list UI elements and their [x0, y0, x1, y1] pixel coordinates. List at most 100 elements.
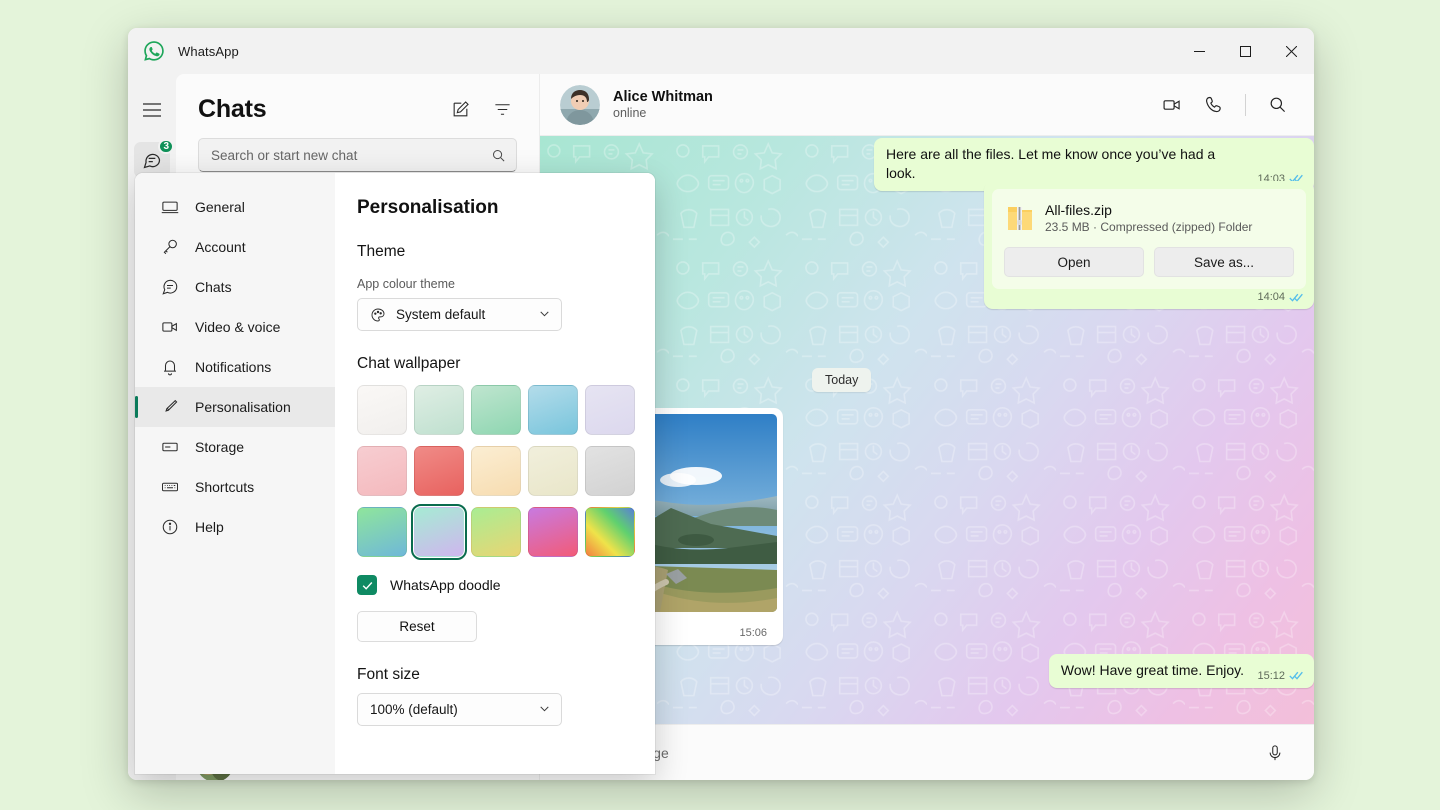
- wallpaper-heading: Chat wallpaper: [357, 355, 629, 373]
- settings-item-help[interactable]: Help: [135, 507, 335, 547]
- contact-avatar[interactable]: [560, 85, 600, 125]
- settings-item-label: Notifications: [195, 359, 271, 375]
- minimize-button[interactable]: [1176, 28, 1222, 74]
- wallpaper-swatch[interactable]: [528, 385, 578, 435]
- settings-item-label: Account: [195, 239, 246, 255]
- voice-call-button[interactable]: [1195, 86, 1233, 124]
- chat-search-wrapper: [176, 126, 539, 172]
- maximize-button[interactable]: [1222, 28, 1268, 74]
- settings-item-video-voice[interactable]: Video & voice: [135, 307, 335, 347]
- message-meta: 15:12: [1257, 670, 1304, 682]
- filter-chats-button[interactable]: [485, 92, 519, 126]
- font-size-heading: Font size: [357, 666, 629, 684]
- app-title: WhatsApp: [178, 44, 239, 59]
- conversation-panel: Alice Whitman online: [540, 74, 1314, 780]
- theme-value: System default: [396, 307, 485, 322]
- app-colour-theme-select[interactable]: System default: [357, 298, 562, 331]
- settings-item-label: General: [195, 199, 245, 215]
- title-bar: WhatsApp: [128, 28, 1314, 74]
- reset-wallpaper-button[interactable]: Reset: [357, 611, 477, 642]
- settings-item-personalisation[interactable]: Personalisation: [135, 387, 335, 427]
- settings-item-storage[interactable]: Storage: [135, 427, 335, 467]
- settings-dialog: General Account Chats Video & voice: [135, 173, 655, 774]
- wallpaper-swatch[interactable]: [585, 385, 635, 435]
- monitor-icon: [159, 198, 181, 216]
- microphone-icon: [1266, 744, 1284, 762]
- read-receipt-icon: [1289, 292, 1304, 303]
- wallpaper-swatch[interactable]: [528, 446, 578, 496]
- storage-icon: [159, 438, 181, 456]
- doodle-toggle-row[interactable]: WhatsApp doodle: [357, 575, 629, 595]
- read-receipt-icon: [1289, 670, 1304, 681]
- settings-item-general[interactable]: General: [135, 187, 335, 227]
- file-info: All-files.zip 23.5 MB · Compressed (zipp…: [992, 189, 1306, 247]
- compose-icon: [451, 100, 470, 119]
- chat-bubble-icon: [159, 278, 181, 296]
- contact-name: Alice Whitman: [613, 89, 713, 105]
- header-divider: [1245, 94, 1246, 116]
- contact-meta: Alice Whitman online: [613, 89, 713, 120]
- chat-search-box[interactable]: [198, 138, 517, 172]
- wallpaper-swatch[interactable]: [528, 507, 578, 557]
- whatsapp-logo-icon: [142, 39, 166, 63]
- settings-nav: General Account Chats Video & voice: [135, 173, 335, 774]
- chat-list-actions: [443, 92, 519, 126]
- wallpaper-swatch[interactable]: [357, 507, 407, 557]
- doodle-label: WhatsApp doodle: [390, 577, 501, 593]
- hamburger-menu-button[interactable]: [134, 92, 170, 128]
- search-input[interactable]: [211, 148, 491, 163]
- window-controls: [1176, 28, 1314, 74]
- settings-item-shortcuts[interactable]: Shortcuts: [135, 467, 335, 507]
- doodle-checkbox[interactable]: [357, 575, 377, 595]
- wallpaper-swatch[interactable]: [585, 507, 635, 557]
- chat-list-header: Chats: [176, 74, 539, 126]
- settings-item-account[interactable]: Account: [135, 227, 335, 267]
- message-time: 15:12: [1257, 670, 1285, 682]
- wallpaper-swatch[interactable]: [471, 446, 521, 496]
- message-bubble-file: All-files.zip 23.5 MB · Compressed (zipp…: [984, 181, 1314, 309]
- close-button[interactable]: [1268, 28, 1314, 74]
- keyboard-icon: [159, 478, 181, 496]
- contact-status: online: [613, 106, 713, 120]
- message-meta: 14:04: [1257, 291, 1304, 303]
- font-size-value: 100% (default): [370, 702, 458, 717]
- settings-item-label: Personalisation: [195, 399, 291, 415]
- voice-record-button[interactable]: [1258, 736, 1292, 770]
- wallpaper-swatch[interactable]: [471, 507, 521, 557]
- chats-unread-badge: 3: [158, 139, 174, 154]
- file-actions: Open Save as...: [992, 247, 1306, 289]
- wallpaper-swatch[interactable]: [357, 446, 407, 496]
- conversation-actions: [1153, 86, 1296, 124]
- settings-item-label: Video & voice: [195, 319, 280, 335]
- save-as-button[interactable]: Save as...: [1154, 247, 1294, 277]
- video-call-button[interactable]: [1153, 86, 1191, 124]
- search-chat-button[interactable]: [1258, 86, 1296, 124]
- settings-item-label: Chats: [195, 279, 232, 295]
- chat-wallpaper: Here are all the files. Let me know once…: [540, 136, 1314, 724]
- settings-item-label: Storage: [195, 439, 244, 455]
- whatsapp-window: WhatsApp 3: [128, 28, 1314, 780]
- open-file-button[interactable]: Open: [1004, 247, 1144, 277]
- settings-item-chats[interactable]: Chats: [135, 267, 335, 307]
- conversation-header: Alice Whitman online: [540, 74, 1314, 136]
- file-name: All-files.zip: [1045, 202, 1252, 218]
- chevron-down-icon: [538, 307, 551, 323]
- zip-folder-icon: [1007, 203, 1033, 233]
- settings-item-notifications[interactable]: Notifications: [135, 347, 335, 387]
- new-chat-button[interactable]: [443, 92, 477, 126]
- video-camera-icon: [159, 318, 181, 336]
- file-meta: 23.5 MB · Compressed (zipped) Folder: [1045, 220, 1252, 234]
- wallpaper-swatch[interactable]: [414, 385, 464, 435]
- wallpaper-swatch[interactable]: [471, 385, 521, 435]
- file-text: All-files.zip 23.5 MB · Compressed (zipp…: [1045, 202, 1252, 234]
- wallpaper-swatch[interactable]: [585, 446, 635, 496]
- wallpaper-swatch[interactable]: [357, 385, 407, 435]
- message-input[interactable]: [566, 745, 1258, 761]
- settings-content: Personalisation Theme App colour theme S…: [335, 173, 655, 774]
- theme-heading: Theme: [357, 243, 629, 261]
- font-size-select[interactable]: 100% (default): [357, 693, 562, 726]
- checkmark-icon: [361, 579, 374, 592]
- wallpaper-swatch[interactable]: [414, 446, 464, 496]
- wallpaper-swatch[interactable]: [414, 507, 464, 557]
- settings-item-label: Shortcuts: [195, 479, 254, 495]
